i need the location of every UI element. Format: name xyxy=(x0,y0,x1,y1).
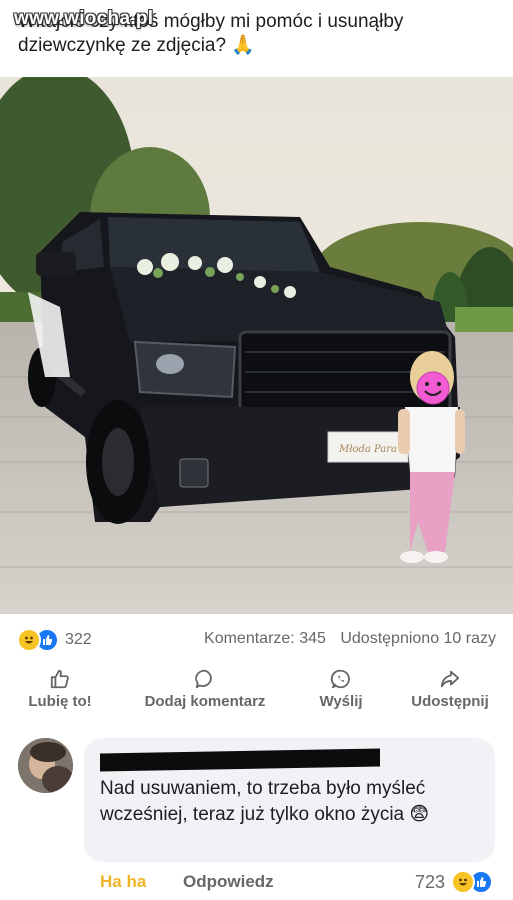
comments-count[interactable]: Komentarze: 345 xyxy=(204,630,326,647)
post-photo[interactable]: Młoda Para xyxy=(0,77,513,614)
like-label: Lubię to! xyxy=(28,693,92,710)
send-label: Wyślij xyxy=(319,693,363,710)
comment-icon xyxy=(195,669,212,689)
send-button[interactable]: Wyślij xyxy=(308,668,374,710)
post-stats: 322 Komentarze: 345 Udostępniono 10 razy xyxy=(0,622,513,654)
reactions-summary[interactable]: 322 xyxy=(17,628,92,652)
watermark: www.wiocha.pl xyxy=(14,8,154,29)
photo-truck-girl: Młoda Para xyxy=(0,77,513,614)
whatsapp-icon xyxy=(330,669,350,689)
haha-reaction-icon xyxy=(451,870,475,894)
plate-text: Młoda Para xyxy=(338,444,397,455)
comment-bubble: Nad usuwaniem, to trzeba było myśleć wcz… xyxy=(84,738,495,862)
comment-reactions[interactable]: 723 xyxy=(415,870,493,894)
haha-reaction-icon xyxy=(17,628,41,652)
comment-text: Nad usuwaniem, to trzeba było myśleć wcz… xyxy=(100,778,430,825)
haha-reaction-link[interactable]: Ha ha xyxy=(100,872,146,892)
commenter-avatar[interactable] xyxy=(18,738,73,793)
shares-count[interactable]: Udostępniono 10 razy xyxy=(340,630,496,647)
thumbs-up-icon xyxy=(50,669,69,689)
share-button[interactable]: Udostępnij xyxy=(400,668,500,710)
comment-reaction-count: 723 xyxy=(414,871,445,892)
comment-button[interactable]: Dodaj komentarz xyxy=(130,668,280,710)
reaction-count: 322 xyxy=(65,631,92,648)
like-button[interactable]: Lubię to! xyxy=(18,668,102,710)
share-arrow-icon xyxy=(440,670,460,688)
post-actions: Lubię to! Dodaj komentarz Wyślij Udostęp… xyxy=(0,668,513,724)
reply-link[interactable]: Odpowiedz xyxy=(183,872,274,892)
comment-label: Dodaj komentarz xyxy=(144,693,266,710)
redacted-author-name[interactable] xyxy=(100,748,380,772)
comment: Nad usuwaniem, to trzeba było myśleć wcz… xyxy=(0,730,513,900)
share-label: Udostępnij xyxy=(411,693,489,710)
